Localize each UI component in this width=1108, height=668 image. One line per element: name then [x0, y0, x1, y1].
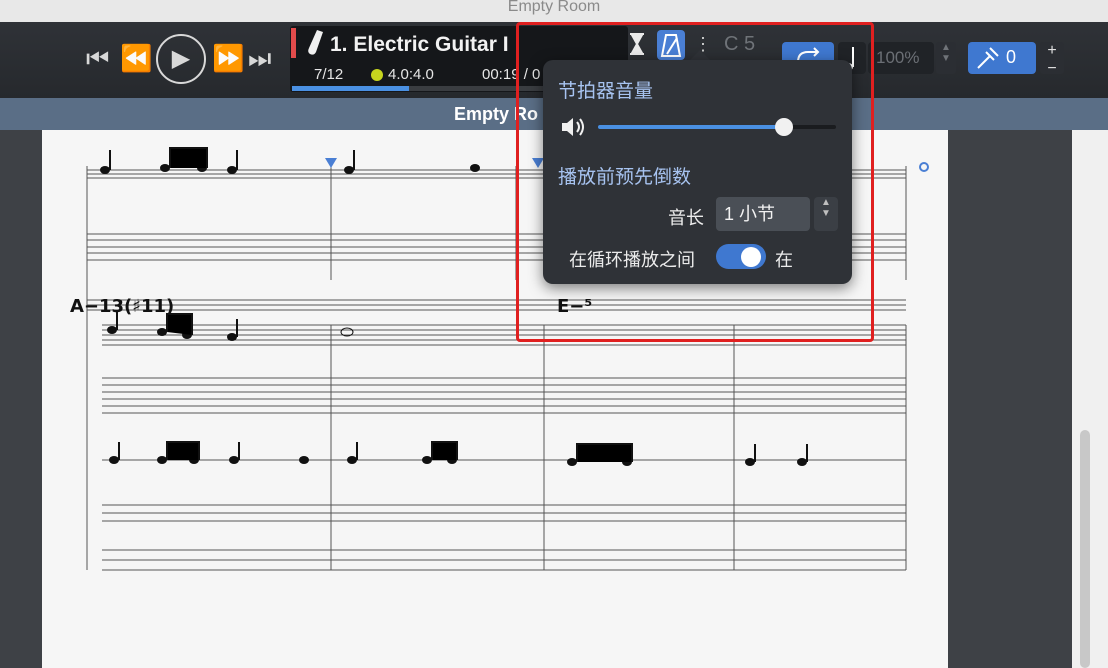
fast-forward-button[interactable]: ⏩: [212, 45, 244, 71]
tuning-button[interactable]: 0: [968, 42, 1036, 74]
time-signature: 4.0:4.0: [388, 66, 434, 83]
chord-symbol: A−13(♯11): [70, 296, 175, 317]
progress-fill: [292, 86, 409, 91]
window-title: Empty Room: [0, 0, 1108, 22]
tuning-value: 0: [1006, 47, 1017, 67]
plus-icon[interactable]: +: [1040, 42, 1064, 60]
rewind-button[interactable]: ⏪: [120, 45, 152, 71]
skip-to-end-button[interactable]: ⏭: [248, 45, 271, 71]
play-button[interactable]: ▶: [156, 34, 206, 84]
speed-stepper[interactable]: ▲ ▼: [936, 42, 956, 74]
vertical-scrollbar[interactable]: [1072, 130, 1108, 668]
speed-value: 100%: [876, 48, 920, 67]
tempo-indicator-icon: [371, 69, 383, 81]
track-title: 1. Electric Guitar I: [330, 33, 509, 56]
minus-icon[interactable]: −: [1040, 60, 1064, 78]
scrollbar-thumb[interactable]: [1080, 430, 1090, 668]
bar-position: 7/12: [314, 66, 344, 83]
tuning-fork-icon: [977, 47, 999, 69]
speed-field[interactable]: 100%: [868, 42, 934, 74]
tuning-stepper[interactable]: + −: [1040, 42, 1064, 77]
annotation-highlight: [516, 22, 874, 342]
track-color-flag: [291, 28, 296, 58]
skip-to-start-button[interactable]: ⏮: [86, 45, 109, 71]
left-margin: [0, 130, 42, 668]
guitar-icon: [308, 30, 323, 55]
